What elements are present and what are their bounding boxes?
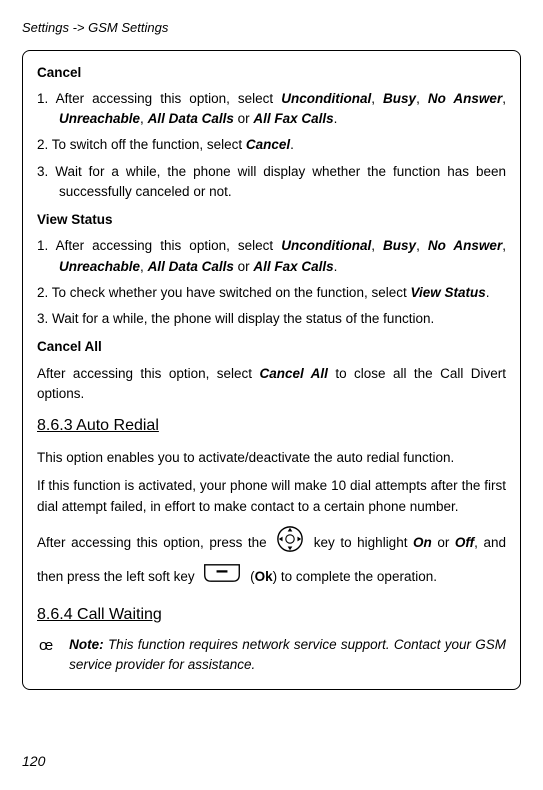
view-status-title: View Status	[37, 210, 506, 230]
list-item: 3. Wait for a while, the phone will disp…	[37, 162, 506, 203]
list-item: 2. To check whether you have switched on…	[37, 283, 506, 303]
list-item: 1. After accessing this option, select U…	[37, 89, 506, 130]
content-box: Cancel 1. After accessing this option, s…	[22, 50, 521, 691]
cancel-all-text: After accessing this option, select Canc…	[37, 364, 506, 405]
view-status-steps: 1. After accessing this option, select U…	[37, 236, 506, 329]
left-soft-key-icon	[202, 562, 242, 593]
auto-redial-p2: If this function is activated, your phon…	[37, 476, 506, 517]
note-marker-icon: œ	[39, 635, 53, 658]
list-item: 1. After accessing this option, select U…	[37, 236, 506, 277]
auto-redial-heading: 8.6.3 Auto Redial	[37, 414, 506, 438]
auto-redial-p1: This option enables you to activate/deac…	[37, 448, 506, 468]
list-item: 3. Wait for a while, the phone will disp…	[37, 309, 506, 329]
breadcrumb: Settings -> GSM Settings	[22, 18, 521, 38]
list-item: 2. To switch off the function, select Ca…	[37, 135, 506, 155]
call-waiting-heading: 8.6.4 Call Waiting	[37, 603, 506, 627]
cancel-title: Cancel	[37, 63, 506, 83]
cancel-all-title: Cancel All	[37, 337, 506, 357]
page-number: 120	[22, 751, 45, 772]
call-waiting-note: œ Note: This function requires network s…	[37, 635, 506, 676]
cancel-steps: 1. After accessing this option, select U…	[37, 89, 506, 202]
navigation-key-icon	[276, 525, 304, 562]
auto-redial-p3: After accessing this option, press the k…	[37, 525, 506, 593]
